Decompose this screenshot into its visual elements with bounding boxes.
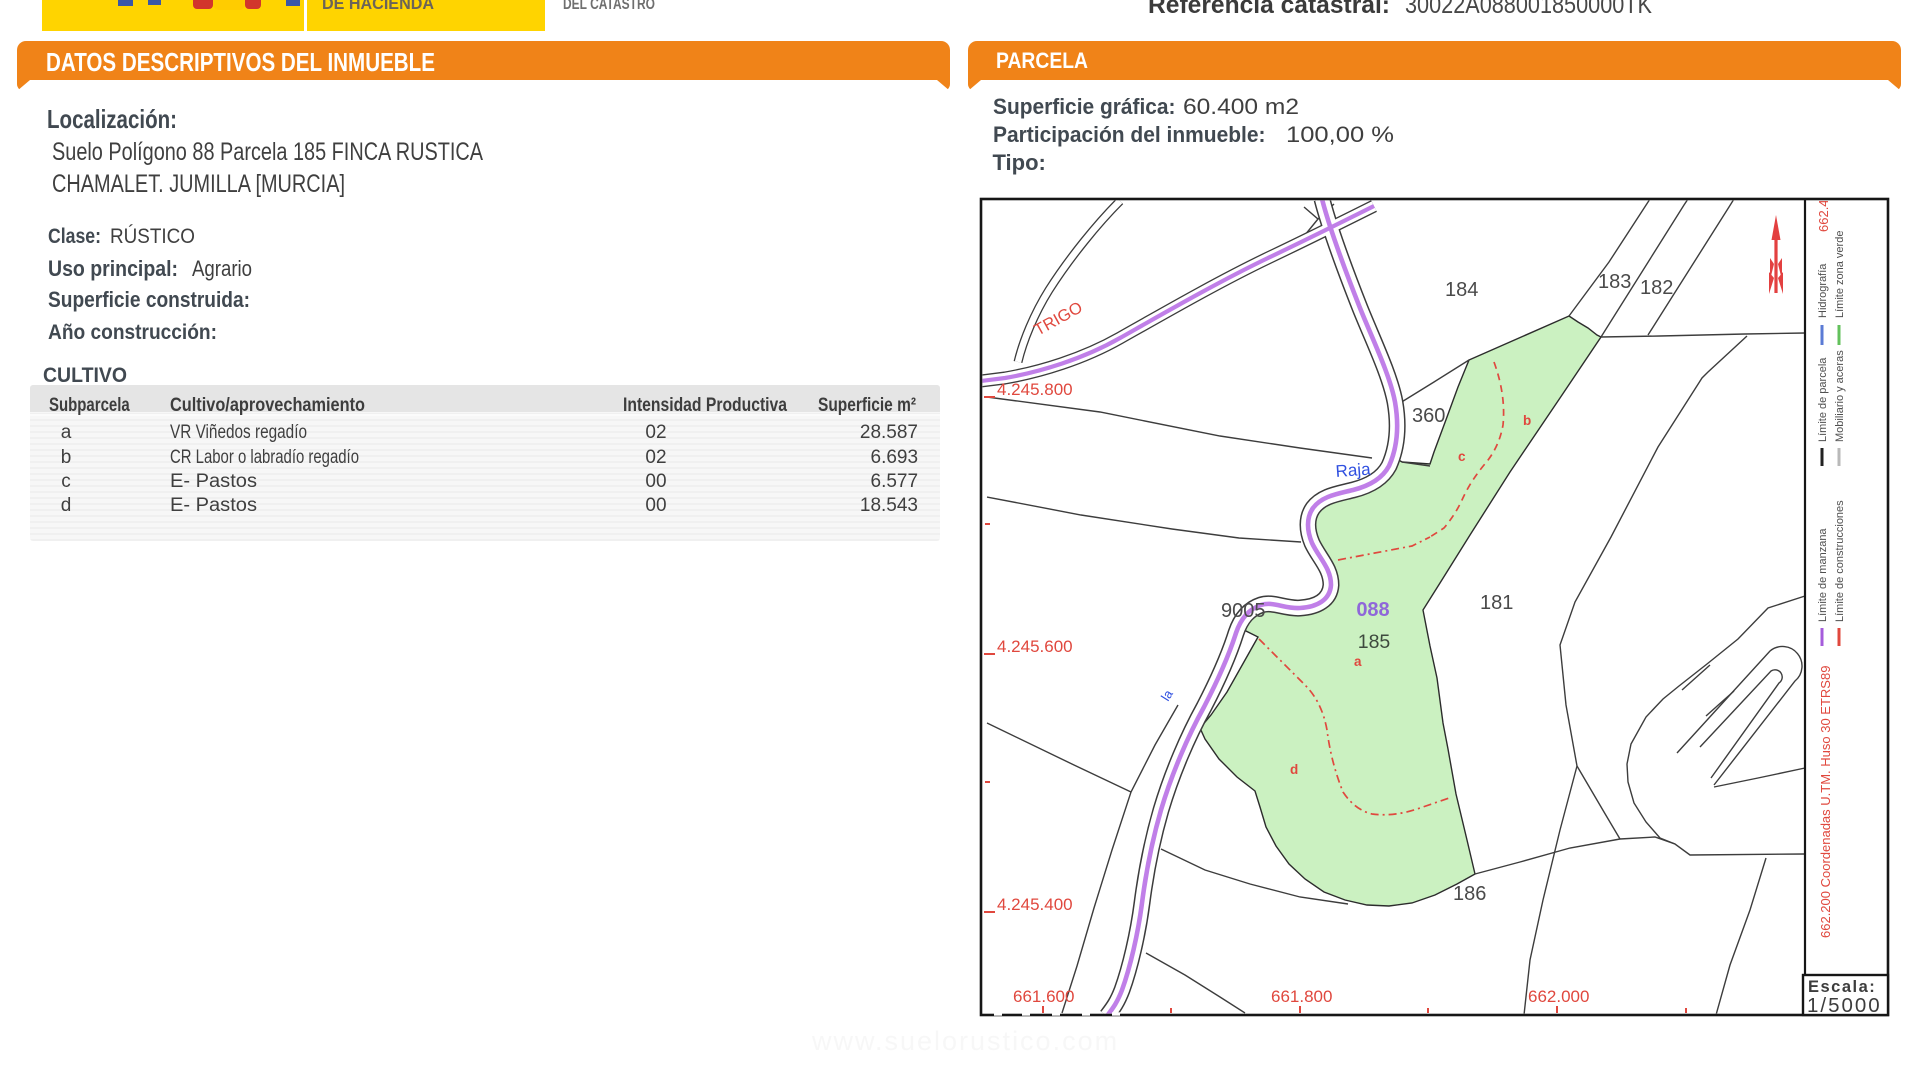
svg-text:Límite de parcela: Límite de parcela <box>1817 357 1829 442</box>
svg-text:662.400: 662.400 <box>1816 185 1831 232</box>
svg-text:661.800: 661.800 <box>1271 987 1332 1006</box>
svg-text:088: 088 <box>1356 599 1389 621</box>
svg-text:4.245.400: 4.245.400 <box>997 895 1073 914</box>
svg-text:d: d <box>1290 762 1298 777</box>
svg-text:661.600: 661.600 <box>1013 987 1074 1006</box>
svg-text:186: 186 <box>1453 883 1486 905</box>
svg-text:9005: 9005 <box>1221 600 1266 622</box>
svg-text:c: c <box>1458 449 1466 464</box>
svg-text:184: 184 <box>1445 279 1478 301</box>
svg-text:360: 360 <box>1412 405 1445 427</box>
svg-text:662.200 Coordenadas U.TM. Huso: 662.200 Coordenadas U.TM. Huso 30 ETRS89 <box>1818 666 1833 938</box>
svg-text:4.245.800: 4.245.800 <box>997 380 1073 399</box>
svg-text:4.245.600: 4.245.600 <box>997 637 1073 656</box>
svg-text:181: 181 <box>1480 592 1513 614</box>
svg-text:Raja: Raja <box>1335 460 1372 481</box>
svg-text:Límite de construcciones: Límite de construcciones <box>1834 500 1846 622</box>
svg-text:a: a <box>1354 654 1362 669</box>
svg-text:Límite zona verde: Límite zona verde <box>1834 231 1846 318</box>
svg-text:185: 185 <box>1358 631 1391 653</box>
svg-text:662.000: 662.000 <box>1528 987 1589 1006</box>
svg-text:1/5000: 1/5000 <box>1807 994 1882 1017</box>
svg-text:Mobiliario y aceras: Mobiliario y aceras <box>1834 350 1846 442</box>
svg-text:183: 183 <box>1598 271 1631 293</box>
svg-text:182: 182 <box>1640 277 1673 299</box>
svg-text:Hidrografía: Hidrografía <box>1817 263 1829 318</box>
svg-text:Límite de manzana: Límite de manzana <box>1817 528 1829 622</box>
svg-text:b: b <box>1523 413 1531 428</box>
